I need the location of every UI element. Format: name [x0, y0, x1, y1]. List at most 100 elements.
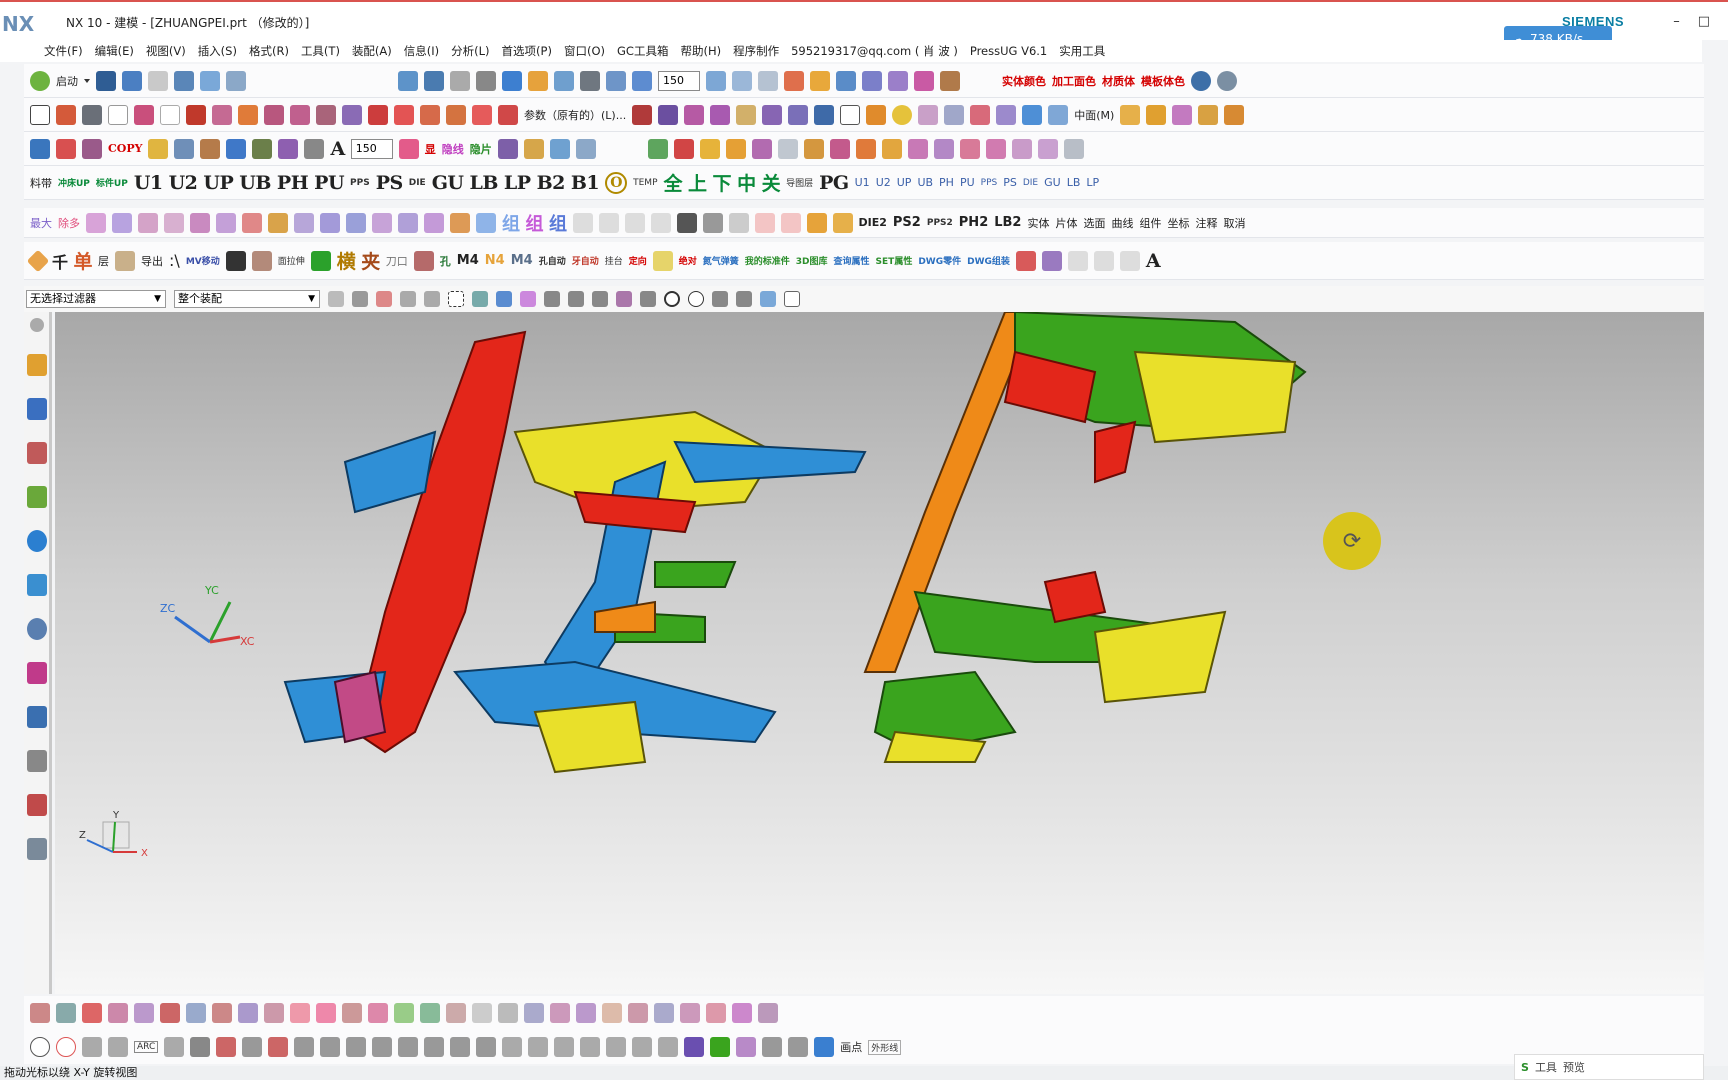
thread-auto-label[interactable]: 牙自动	[572, 254, 599, 267]
tool-e-icon[interactable]	[190, 212, 210, 233]
sheet-icon[interactable]	[1048, 104, 1069, 125]
note-icon[interactable]	[497, 138, 518, 159]
yellow-square-icon[interactable]	[652, 250, 673, 271]
move-lb[interactable]: LB	[1067, 176, 1081, 189]
midsurface-label[interactable]: 中面(M)	[1074, 107, 1114, 123]
faded-c-icon[interactable]	[1119, 250, 1140, 271]
red-box-icon[interactable]	[673, 138, 694, 159]
curve-tool-d-icon[interactable]	[108, 1003, 128, 1023]
dwg-assembly-label[interactable]: DWG组装	[967, 254, 1010, 267]
cup-icon[interactable]	[832, 212, 853, 233]
snap-d-icon[interactable]	[320, 1037, 341, 1057]
sphere-icon[interactable]	[1191, 70, 1211, 91]
purple-square-icon[interactable]	[684, 1037, 705, 1057]
point-icon[interactable]	[134, 104, 154, 125]
curve-tool-g-icon[interactable]	[186, 1003, 206, 1023]
filter-cancel[interactable]: 取消	[1223, 215, 1245, 231]
screen-icon[interactable]	[575, 138, 596, 159]
ab-icon[interactable]	[200, 138, 221, 159]
middle-base-icon[interactable]	[806, 212, 827, 233]
hd3d-icon[interactable]	[26, 530, 47, 552]
layer-pps[interactable]: PPS	[350, 178, 370, 188]
dwg-part-label[interactable]: DWG零件	[918, 254, 961, 267]
die2-label[interactable]: DIE2	[859, 216, 887, 229]
show-label[interactable]: 显	[425, 141, 436, 157]
filter-curve[interactable]: 曲线	[1111, 215, 1133, 231]
layout-icon[interactable]	[226, 70, 246, 91]
type-filter-select[interactable]: 无选择过滤器 ▼	[26, 290, 166, 308]
layer-ph[interactable]: PH	[277, 172, 309, 194]
hide-sheet-label[interactable]: 隐片	[470, 141, 492, 157]
line-red-icon[interactable]	[216, 1037, 237, 1057]
layer-o[interactable]: O	[605, 171, 628, 194]
select-all-icon[interactable]	[400, 291, 416, 307]
group-a-label[interactable]: 组	[502, 210, 520, 236]
solid-color-label[interactable]: 实体颜色	[1002, 73, 1046, 89]
hang-table-label[interactable]: 挂台	[605, 254, 623, 267]
knife-edge-label[interactable]: 刀口	[386, 253, 408, 269]
layer-pg[interactable]: PG	[819, 172, 849, 194]
tool-c-icon[interactable]	[138, 212, 158, 233]
filter-sheet[interactable]: 片体	[1055, 215, 1077, 231]
minimize-button[interactable]: –	[1673, 14, 1680, 29]
section-icon[interactable]	[606, 70, 626, 91]
lighting-icon[interactable]	[528, 70, 548, 91]
layer-fixed-icon[interactable]	[320, 212, 340, 233]
bend-icon[interactable]	[1172, 104, 1193, 125]
snap-b-icon[interactable]	[268, 1037, 289, 1057]
spline-icon[interactable]	[160, 104, 180, 125]
nail-icon[interactable]	[754, 212, 775, 233]
move-pps[interactable]: PPS	[981, 178, 998, 188]
hole-label[interactable]: 孔	[440, 253, 451, 269]
layer-lp[interactable]: LP	[504, 172, 531, 194]
nut-icon[interactable]	[1037, 138, 1058, 159]
snap-settings-icon[interactable]	[760, 291, 776, 307]
outline-label[interactable]: 外形线	[868, 1039, 902, 1055]
save-icon[interactable]	[96, 70, 116, 91]
curve-tool-q-icon[interactable]	[446, 1003, 466, 1023]
scissors-icon[interactable]	[115, 250, 136, 271]
curve-tool-n-icon[interactable]	[368, 1003, 388, 1023]
group-b-label[interactable]: 组	[526, 210, 544, 236]
snap-h-icon[interactable]	[424, 1037, 445, 1057]
filter-face[interactable]: 选面	[1083, 215, 1105, 231]
intersect-icon[interactable]	[498, 104, 518, 125]
snap-l-icon[interactable]	[528, 1037, 549, 1057]
green-plus-icon[interactable]	[310, 250, 331, 271]
edit-icon[interactable]	[784, 70, 804, 91]
filter-reset-icon[interactable]	[328, 291, 344, 307]
tool-a-icon[interactable]	[86, 212, 106, 233]
draft-icon[interactable]	[1120, 104, 1141, 125]
move-lp[interactable]: LP	[1086, 176, 1099, 189]
transform-icon[interactable]	[174, 138, 195, 159]
select-face-icon[interactable]	[496, 291, 512, 307]
constraint-icon[interactable]	[888, 70, 908, 91]
set-attr-label[interactable]: SET属性	[876, 254, 913, 267]
eraser-icon[interactable]	[450, 212, 470, 233]
layer-lb[interactable]: LB	[469, 172, 498, 194]
copy-label[interactable]: COPY	[108, 142, 142, 155]
layer-u2[interactable]: U2	[169, 172, 198, 194]
layer-u1[interactable]: U1	[134, 172, 163, 194]
manufacturing-wizard-icon[interactable]	[26, 750, 47, 772]
menu-file[interactable]: 文件(F)	[44, 43, 83, 59]
snap-c-icon[interactable]	[294, 1037, 315, 1057]
move-icon[interactable]	[914, 70, 934, 91]
m4-label[interactable]: M4	[457, 253, 479, 268]
layer-settings-icon[interactable]	[294, 212, 314, 233]
delete-face-icon[interactable]	[970, 104, 991, 125]
select-blue-icon[interactable]	[814, 1037, 835, 1057]
menu-edit[interactable]: 编辑(E)	[95, 43, 134, 59]
snap-f-icon[interactable]	[372, 1037, 393, 1057]
redo-icon[interactable]	[148, 70, 168, 91]
snap-line-icon[interactable]	[544, 291, 560, 307]
snap-mid-icon[interactable]	[568, 291, 584, 307]
ps2-label[interactable]: PS2	[893, 215, 921, 230]
export-layer-label[interactable]: 导图层	[786, 176, 813, 189]
face2-icon[interactable]	[710, 104, 731, 125]
filter-coordinate[interactable]: 坐标	[1167, 215, 1189, 231]
orient-icon[interactable]	[554, 70, 574, 91]
datum-icon[interactable]	[82, 104, 102, 125]
snap-q-icon[interactable]	[658, 1037, 679, 1057]
snap-j-icon[interactable]	[476, 1037, 497, 1057]
